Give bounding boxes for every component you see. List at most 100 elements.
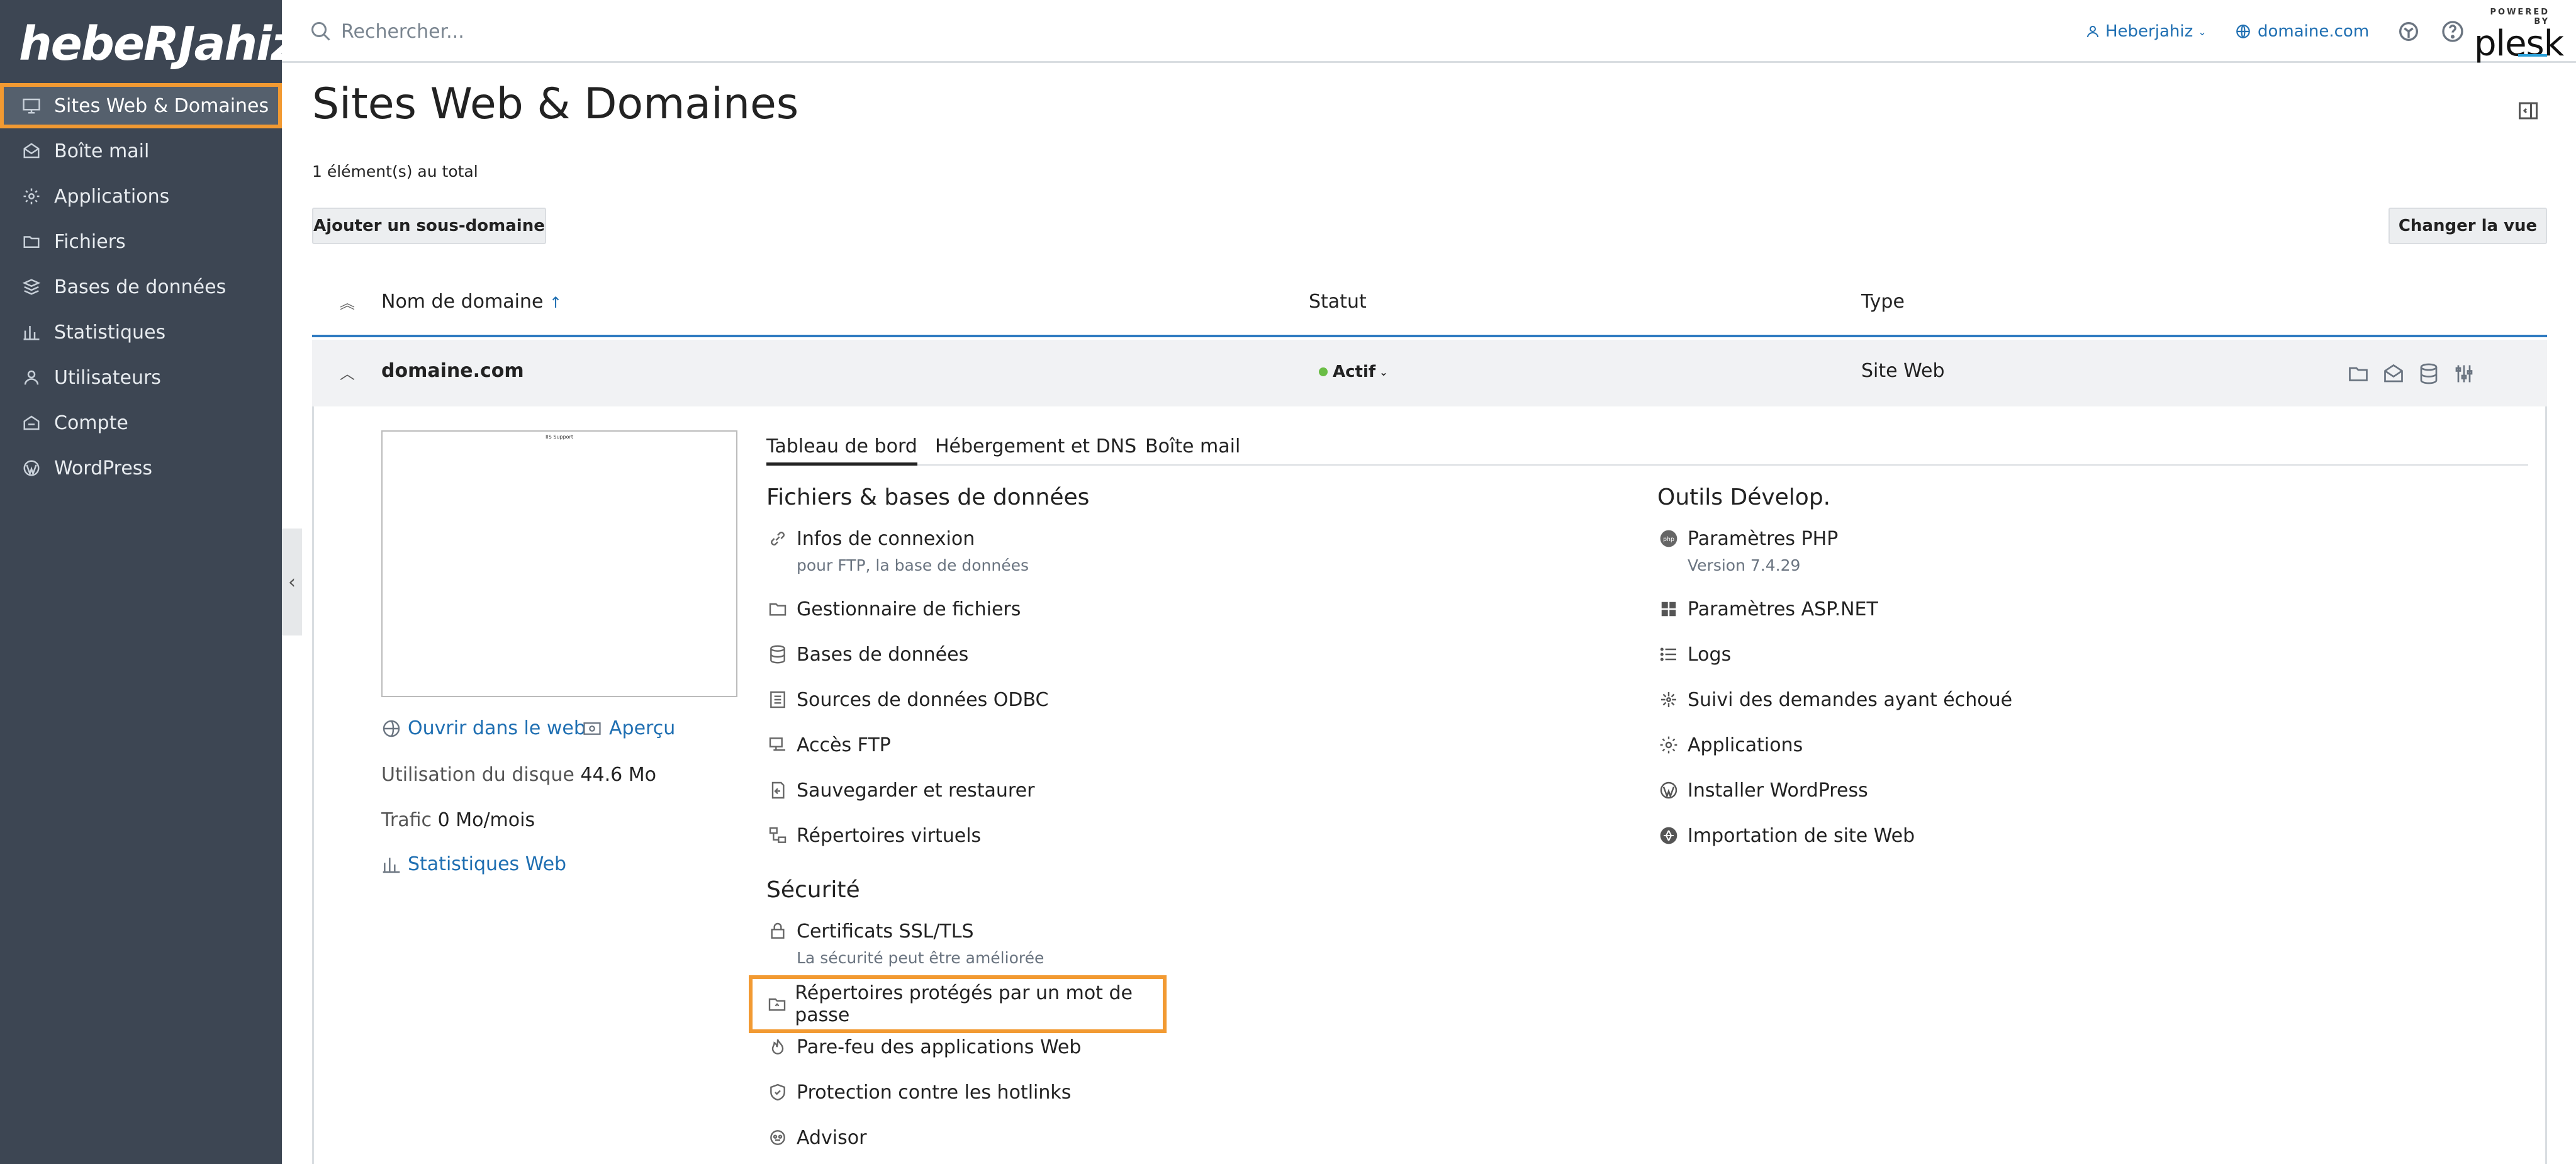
tool-label: Sources de données ODBC <box>797 688 1049 711</box>
sidebar-item-applications[interactable]: Applications <box>0 174 282 219</box>
chevron-down-icon: ⌄ <box>2198 25 2207 38</box>
php-icon: php <box>1657 527 1680 550</box>
tool-aspnet-settings[interactable]: Paramètres ASP.NET <box>1657 595 1878 623</box>
tool-virtual-directories[interactable]: Répertoires virtuels <box>766 822 981 849</box>
sidebar-item-users[interactable]: Utilisateurs <box>0 355 282 400</box>
total-count: 1 élément(s) au total <box>312 162 478 181</box>
tab-hosting-dns[interactable]: Hébergement et DNS <box>935 435 1136 457</box>
column-domain-name[interactable]: Nom de domaine ↑ <box>381 291 562 313</box>
sidebar-item-label: Fichiers <box>54 230 126 253</box>
change-view-button[interactable]: Changer la vue <box>2388 208 2547 244</box>
search-input[interactable] <box>341 20 907 43</box>
add-subdomain-button[interactable]: Ajouter un sous-domaine <box>312 208 546 244</box>
web-stats-label: Statistiques Web <box>408 853 567 875</box>
page-title: Sites Web & Domaines <box>312 79 799 129</box>
preview-link[interactable]: Aperçu <box>581 717 675 739</box>
tool-label: Répertoires virtuels <box>797 824 982 847</box>
tool-password-protected-directories[interactable]: Répertoires protégés par un mot de passe <box>749 975 1167 1033</box>
backup-icon <box>766 779 789 802</box>
tool-label: Protection contre les hotlinks <box>797 1081 1072 1104</box>
tool-web-app-firewall[interactable]: Pare-feu des applications Web <box>766 1033 1081 1061</box>
globe-icon <box>2236 25 2250 38</box>
traffic-label: Trafic <box>381 809 432 831</box>
tool-file-manager[interactable]: Gestionnaire de fichiers <box>766 595 1021 623</box>
tool-label: Paramètres ASP.NET <box>1688 598 1878 620</box>
tool-applications[interactable]: Applications <box>1657 731 1803 759</box>
tool-ssl-certificates[interactable]: Certificats SSL/TLS <box>766 917 974 945</box>
mail-icon[interactable] <box>2382 362 2405 385</box>
sidebar-item-statistics[interactable]: Statistiques <box>0 310 282 355</box>
column-type[interactable]: Type <box>1861 291 1905 313</box>
collapse-all-icon[interactable]: ︽ <box>340 291 355 313</box>
status-dot-icon <box>1319 367 1328 376</box>
preview-label: Aperçu <box>609 717 676 739</box>
tab-dashboard[interactable]: Tableau de bord <box>766 435 917 466</box>
tool-odbc[interactable]: Sources de données ODBC <box>766 686 1048 714</box>
advisor-icon <box>766 1126 789 1149</box>
domain-name: domaine.com <box>2258 22 2370 41</box>
tab-mail[interactable]: Boîte mail <box>1145 435 1240 457</box>
tool-install-wordpress[interactable]: Installer WordPress <box>1657 776 1868 804</box>
mail-icon <box>21 141 42 161</box>
side-panel-toggle-icon[interactable] <box>2517 99 2540 122</box>
plesk-underline <box>2518 54 2547 57</box>
table-header: ︽ Nom de domaine ↑ Statut Type <box>312 272 2547 337</box>
settings-sliders-icon[interactable] <box>2453 362 2475 385</box>
sidebar-item-mail[interactable]: Boîte mail <box>0 128 282 174</box>
bug-icon <box>1657 688 1680 711</box>
globe-icon <box>383 720 400 737</box>
tool-failed-request-tracing[interactable]: Suivi des demandes ayant échoué <box>1657 686 2012 714</box>
puzzle-icon[interactable] <box>2396 19 2421 44</box>
sidebar-item-websites[interactable]: Sites Web & Domaines <box>0 83 282 128</box>
column-status[interactable]: Statut <box>1309 291 1367 313</box>
domain-tabs: Tableau de bord Hébergement et DNS Boîte… <box>766 430 2528 466</box>
tool-backup-restore[interactable]: Sauvegarder et restaurer <box>766 776 1034 804</box>
sidebar: hebeRJahiz Sites Web & Domaines Boîte ma… <box>0 0 298 1164</box>
tool-advisor[interactable]: Advisor <box>766 1124 866 1151</box>
user-menu[interactable]: Heberjahiz ⌄ <box>2085 19 2207 44</box>
web-stats-link[interactable]: Statistiques Web <box>381 853 566 875</box>
column-label: Nom de domaine <box>381 291 544 313</box>
search-box[interactable] <box>310 14 1065 49</box>
brand-logo[interactable]: hebeRJahiz <box>19 13 298 76</box>
traffic: Trafic 0 Mo/mois <box>381 809 535 831</box>
plesk-logo: POWERED BY plesk <box>2474 8 2564 62</box>
domain-selector[interactable]: domaine.com <box>2235 19 2369 44</box>
status-badge[interactable]: Actif ⌄ <box>1319 362 1388 381</box>
database-icon[interactable] <box>2417 362 2440 385</box>
traffic-value: 0 Mo/mois <box>437 809 535 831</box>
section-dev-tools: Outils Dévelop. <box>1657 484 1831 510</box>
sidebar-item-label: Boîte mail <box>54 140 150 162</box>
tool-logs[interactable]: Logs <box>1657 641 1731 668</box>
sidebar-collapse-button[interactable]: ‹ <box>282 529 302 635</box>
open-in-web-link[interactable]: Ouvrir dans le web <box>381 717 586 739</box>
tool-hotlink-protection[interactable]: Protection contre les hotlinks <box>766 1078 1071 1106</box>
sidebar-item-account[interactable]: Compte <box>0 400 282 445</box>
sidebar-item-databases[interactable]: Bases de données <box>0 264 282 310</box>
open-in-web-label: Ouvrir dans le web <box>408 717 586 739</box>
tool-php-settings[interactable]: php Paramètres PHP <box>1657 525 1838 552</box>
sidebar-item-wordpress[interactable]: WordPress <box>0 445 282 491</box>
domain-name-cell[interactable]: domaine.com <box>381 360 524 382</box>
tool-ftp-access[interactable]: Accès FTP <box>766 731 891 759</box>
database-icon <box>21 277 42 297</box>
tool-label: Applications <box>1688 734 1803 756</box>
globe-import-icon <box>1657 824 1680 847</box>
folder-icon <box>766 598 789 620</box>
tool-label: Répertoires protégés par un mot de passe <box>795 982 1133 1026</box>
tool-connection-info[interactable]: Infos de connexion <box>766 525 975 552</box>
sidebar-item-files[interactable]: Fichiers <box>0 219 282 264</box>
chevron-up-icon[interactable]: ︿ <box>340 361 355 383</box>
tool-website-import[interactable]: Importation de site Web <box>1657 822 1915 849</box>
site-preview-thumbnail[interactable]: IIS Support <box>381 430 737 697</box>
disk-usage-label: Utilisation du disque <box>381 764 574 786</box>
help-icon[interactable] <box>2440 19 2465 44</box>
folder-icon[interactable] <box>2347 362 2370 385</box>
table-row[interactable]: ︿ domaine.com Actif ⌄ Site Web <box>312 340 2547 406</box>
svg-text:php: php <box>1663 536 1674 543</box>
user-icon <box>2087 26 2098 38</box>
status-text: Actif <box>1333 362 1376 381</box>
chevron-left-icon: ‹ <box>288 571 296 593</box>
logo-text: hebeRJahiz <box>19 17 298 71</box>
tool-databases[interactable]: Bases de données <box>766 641 968 668</box>
